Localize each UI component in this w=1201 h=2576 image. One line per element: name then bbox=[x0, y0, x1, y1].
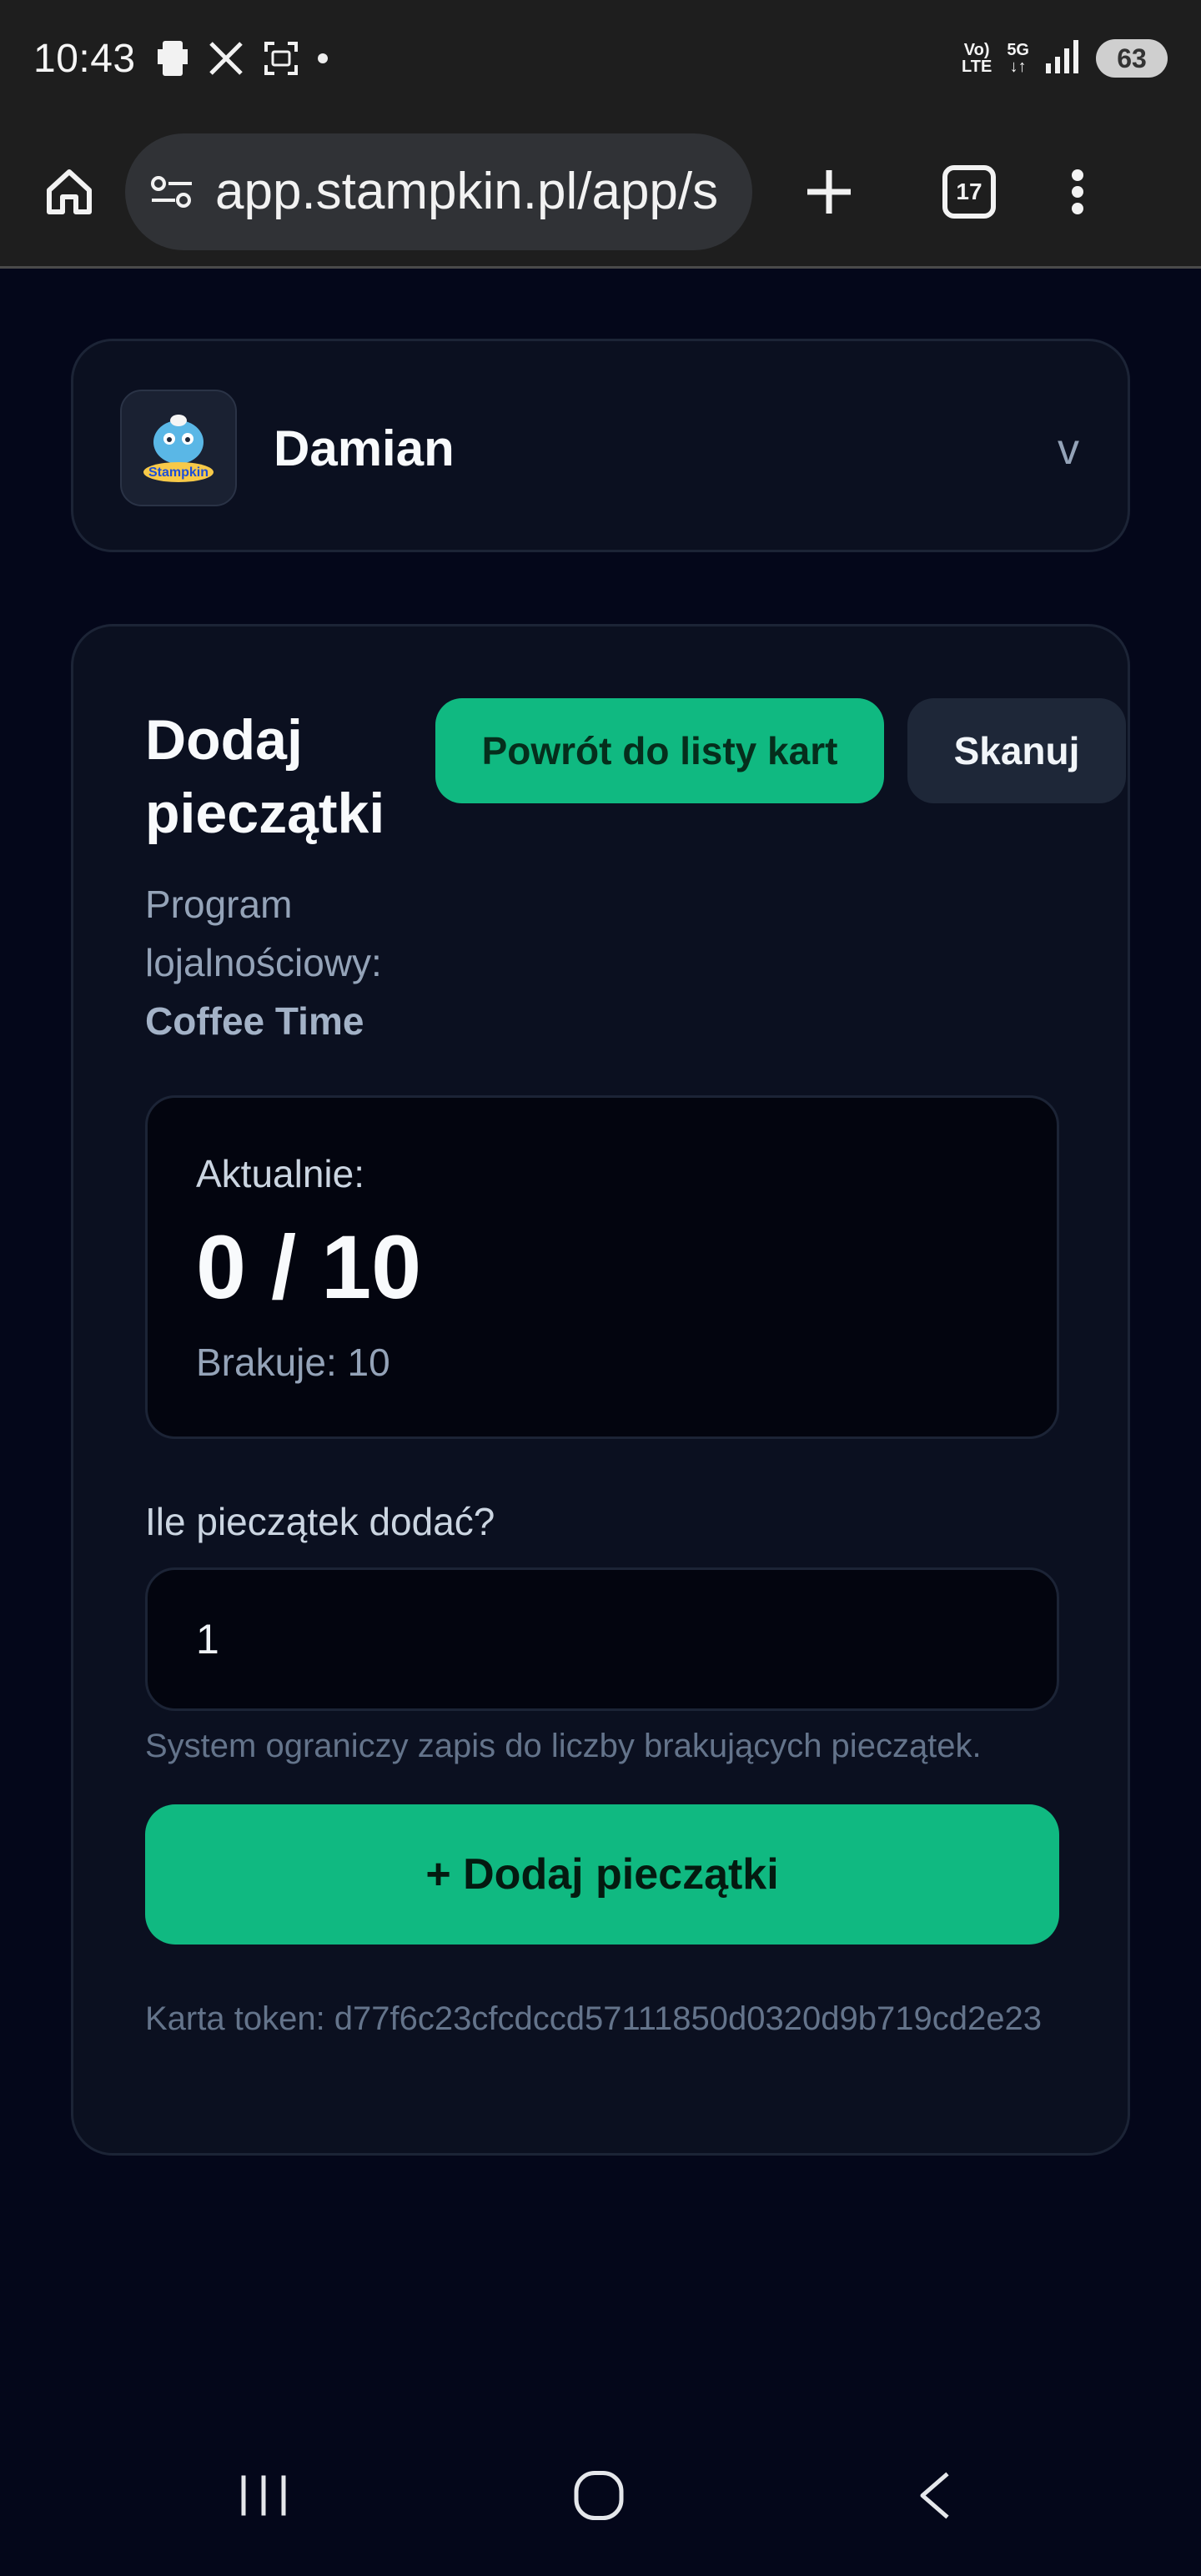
x-logo-icon bbox=[208, 40, 244, 77]
home-nav-icon bbox=[574, 2471, 624, 2520]
stampkin-mascot-icon: Stampkin bbox=[143, 415, 214, 482]
program-label: Program lojalnościowy: bbox=[145, 883, 382, 984]
new-tab-button[interactable] bbox=[796, 158, 862, 225]
recent-apps-icon bbox=[241, 2475, 286, 2516]
tab-switcher-button[interactable]: 17 bbox=[942, 164, 996, 219]
url-text: app.stampkin.pl/app/s bbox=[215, 163, 719, 220]
current-count: 0 / 10 bbox=[196, 1216, 422, 1317]
quantity-input[interactable] bbox=[145, 1567, 1059, 1711]
user-account-card[interactable]: Stampkin Damian v bbox=[71, 339, 1130, 552]
site-settings-icon bbox=[151, 175, 192, 208]
program-name: Coffee Time bbox=[145, 999, 364, 1043]
card-token: Karta token: d77f6c23cfcdccd57111850d032… bbox=[145, 2000, 1042, 2037]
chevron-down-icon[interactable]: v bbox=[1058, 425, 1079, 475]
phone-icon bbox=[156, 39, 189, 78]
menu-dot-icon bbox=[1072, 202, 1083, 214]
signal-icon bbox=[1044, 38, 1081, 79]
home-nav-button[interactable] bbox=[572, 2469, 626, 2527]
stampkin-logo: Stampkin bbox=[120, 390, 237, 506]
status-bar: 10:43 Vo) LTE 5G ↓↑ 63 bbox=[0, 0, 1201, 117]
status-time: 10:43 bbox=[33, 36, 136, 81]
menu-dot-icon bbox=[1072, 185, 1083, 198]
notification-dot-icon bbox=[317, 53, 328, 63]
program-info: Program lojalnościowy: Coffee Time bbox=[145, 875, 429, 1050]
volte-indicator: Vo) LTE bbox=[962, 41, 992, 76]
quantity-hint: System ograniczy zapis do liczby brakują… bbox=[145, 1728, 982, 1764]
scan-button[interactable]: Skanuj bbox=[907, 698, 1126, 803]
missing-count: Brakuje: 10 bbox=[196, 1341, 390, 1384]
menu-dot-icon bbox=[1072, 169, 1083, 181]
back-chevron-icon bbox=[920, 2472, 949, 2519]
user-name: Damian bbox=[274, 420, 455, 476]
system-navigation-bar bbox=[0, 2419, 1201, 2576]
battery-indicator: 63 bbox=[1096, 39, 1168, 78]
current-stamps-box: Aktualnie: 0 / 10 Brakuje: 10 bbox=[145, 1095, 1059, 1439]
back-nav-button[interactable] bbox=[914, 2469, 954, 2527]
svg-text:Stampkin: Stampkin bbox=[148, 465, 209, 480]
current-label: Aktualnie: bbox=[196, 1152, 365, 1195]
add-stamps-card: Dodaj pieczątki Program lojalnościowy: C… bbox=[71, 624, 1130, 2156]
address-bar[interactable]: app.stampkin.pl/app/s bbox=[125, 133, 752, 250]
back-to-cards-button[interactable]: Powrót do listy kart bbox=[435, 698, 884, 803]
network-5g-indicator: 5G ↓↑ bbox=[1007, 41, 1029, 76]
quantity-label: Ile pieczątek dodać? bbox=[145, 1500, 495, 1543]
more-menu-button[interactable] bbox=[1061, 158, 1094, 225]
page-title: Dodaj pieczątki bbox=[145, 708, 385, 845]
browser-toolbar: app.stampkin.pl/app/s 17 bbox=[0, 117, 1201, 269]
home-icon bbox=[47, 169, 92, 214]
screenshot-icon bbox=[263, 40, 299, 77]
add-stamps-button[interactable]: + Dodaj pieczątki bbox=[145, 1804, 1059, 1945]
home-button[interactable] bbox=[40, 163, 98, 221]
plus-icon bbox=[807, 169, 851, 214]
recent-apps-button[interactable] bbox=[237, 2473, 290, 2523]
